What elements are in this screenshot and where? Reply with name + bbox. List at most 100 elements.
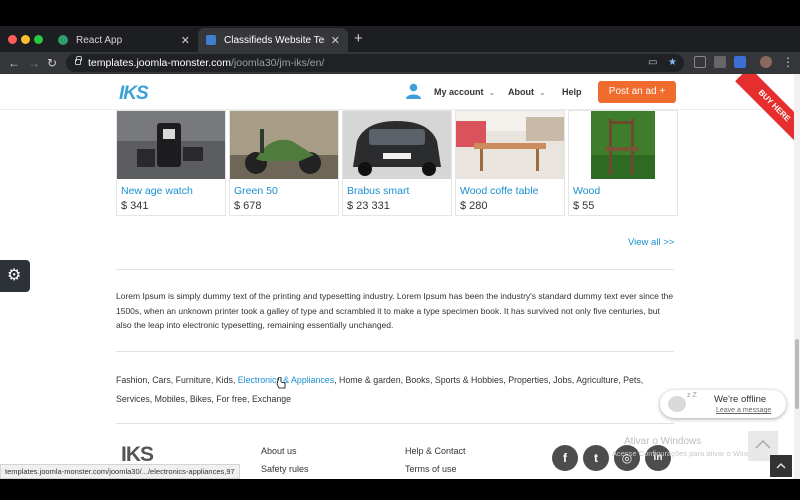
chat-widget[interactable]: z Z We're offline Leave a message [660,390,786,418]
category-link[interactable]: Sports & Hobbies [435,375,503,385]
listing-price: $ 280 [460,200,488,212]
category-link[interactable]: Exchange [252,394,291,404]
reload-icon[interactable]: ↻ [47,55,57,71]
chevron-down-icon: ⌄ [539,88,546,97]
table-image[interactable] [456,111,564,179]
separator: , [640,375,644,385]
view-all-link[interactable]: View all >> [628,237,674,248]
listing-title[interactable]: Brabus smart [347,185,409,197]
category-link[interactable]: Mobiles [155,394,185,404]
category-link[interactable]: Kids [216,375,233,385]
menu-label: Help [562,87,582,97]
link-status-bar: templates.joomla-monster.com/joomla30/..… [0,464,240,479]
close-tab-icon[interactable]: ✕ [331,34,340,47]
extension-blue-icon[interactable] [734,56,746,68]
category-link[interactable]: Jobs [553,375,572,385]
cast-icon[interactable]: ▭ [648,54,657,72]
listing-price: $ 678 [234,200,262,212]
footer-link-about-us[interactable]: About us [261,446,297,456]
url-path: /joomla30/jm-iks/en/ [230,57,325,69]
chair-image[interactable] [569,111,677,179]
listing-title[interactable]: Wood [573,185,600,197]
category-link[interactable]: Bikes [190,394,212,404]
listing-title[interactable]: New age watch [121,185,193,197]
menu-label: About [508,87,534,97]
extension-screenshot-icon[interactable] [694,56,706,68]
url-host: templates.joomla-monster.com [88,57,231,69]
window-top-bar [0,0,800,26]
post-ad-button[interactable]: Post an ad + [598,81,676,103]
gear-icon: ⚙ [7,267,22,284]
react-favicon-icon [58,35,68,45]
category-links: Fashion, Cars, Furniture, Kids, Electron… [116,371,676,409]
profile-avatar[interactable] [760,56,772,68]
windows-activation-subtitle: Acesse Configurações para ativar o Windo… [612,449,766,458]
tab-classifieds[interactable]: Classifieds Website Template - ✕ [198,28,348,52]
menu-about[interactable]: About ⌄ [508,87,546,97]
category-link[interactable]: Agriculture [576,375,618,385]
listing-title[interactable]: Green 50 [234,185,278,197]
watch-image[interactable] [117,111,225,179]
user-icon[interactable] [406,83,421,99]
bookmark-star-icon[interactable]: ★ [668,54,677,72]
page-scrollbar[interactable] [794,74,800,479]
listing-card[interactable]: New age watch $ 341 [116,110,226,216]
footer-link-help-contact[interactable]: Help & Contact [405,446,466,456]
forward-arrow-icon[interactable]: → [28,55,40,71]
divider [116,351,674,352]
chevron-down-icon: ⌄ [488,88,496,97]
settings-tab[interactable]: ⚙ [0,260,30,292]
category-link[interactable]: Pets [623,375,641,385]
scrollbar-thumb[interactable] [795,339,799,409]
listing-card[interactable]: Wood $ 55 [568,110,678,216]
listing-card[interactable]: Wood coffe table $ 280 [455,110,565,216]
back-to-top-button[interactable] [770,455,792,477]
category-link[interactable]: Furniture [176,375,211,385]
listing-title[interactable]: Wood coffe table [460,185,538,197]
screen: React App ✕ Classifieds Website Template… [0,0,800,500]
lock-icon [75,56,82,65]
back-arrow-icon[interactable]: ← [8,55,20,71]
hand-cursor-icon [276,377,286,389]
tab-react-app[interactable]: React App ✕ [50,28,198,52]
web-page: IKS My account ⌄ About ⌄ Help Post an ad +… [0,74,794,479]
close-window-button[interactable] [8,35,17,44]
facebook-icon[interactable]: f [552,445,578,471]
leave-message-link[interactable]: Leave a message [716,407,771,414]
site-header: IKS My account ⌄ About ⌄ Help Post an ad + [0,74,794,110]
category-link[interactable]: Cars [152,375,171,385]
twitter-icon[interactable]: t [583,445,609,471]
footer-link-safety-rules[interactable]: Safety rules [261,464,309,474]
car-image[interactable] [343,111,451,179]
tab-title: Classifieds Website Template - [224,34,325,46]
joomla-favicon-icon [206,35,216,45]
menu-help[interactable]: Help [562,87,582,97]
divider [116,423,674,424]
listing-card[interactable]: Brabus smart $ 23 331 [342,110,452,216]
new-tab-icon[interactable]: + [354,31,363,46]
address-bar[interactable]: templates.joomla-monster.com/joomla30/jm… [66,54,684,72]
menu-my-account[interactable]: My account ⌄ [434,87,495,97]
category-link[interactable]: Services [116,394,150,404]
category-link[interactable]: Home & garden [339,375,401,385]
listing-price: $ 55 [573,200,595,212]
listing-price: $ 23 331 [347,200,390,212]
scooter-image[interactable] [230,111,338,179]
site-logo[interactable]: IKS [119,83,149,105]
browser-toolbar: ← → ↻ templates.joomla-monster.com/jooml… [0,52,800,74]
maximize-window-button[interactable] [34,35,43,44]
listing-card[interactable]: Green 50 $ 678 [229,110,339,216]
category-link[interactable]: Fashion [116,375,147,385]
close-tab-icon[interactable]: ✕ [181,34,190,47]
about-paragraph: Lorem Ipsum is simply dummy text of the … [116,291,674,330]
category-link[interactable]: Books [406,375,430,385]
minimize-window-button[interactable] [21,35,30,44]
category-link[interactable]: For free [216,394,247,404]
extension-grid-icon[interactable] [714,56,726,68]
screen-bottom-bar [0,479,800,500]
chat-bubble-icon [668,396,686,412]
browser-menu-icon[interactable]: ⋮ [782,54,794,70]
footer-link-terms[interactable]: Terms of use [405,464,457,474]
category-link[interactable]: Properties [508,375,548,385]
chevron-up-icon [755,439,771,449]
